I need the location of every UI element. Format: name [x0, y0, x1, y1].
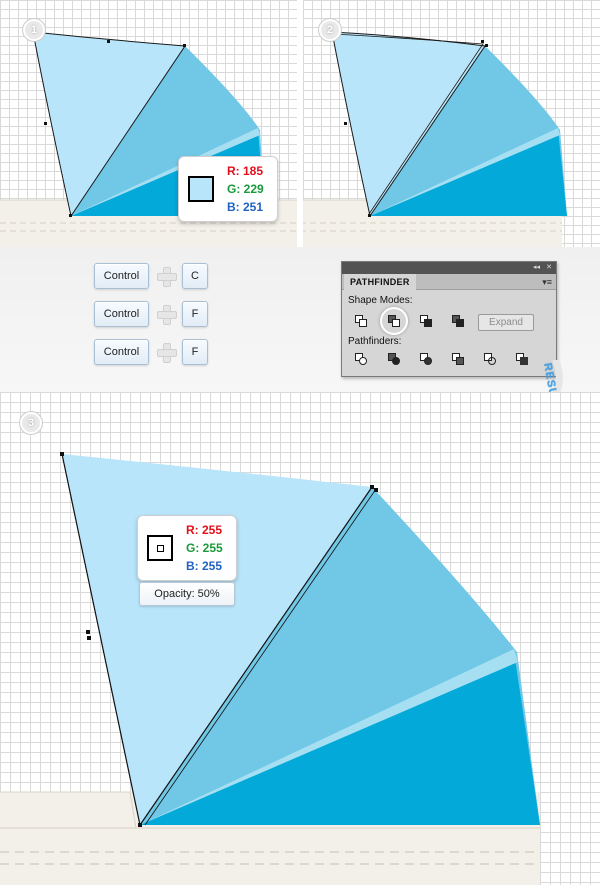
pathfinder-tabrow: PATHFINDER ▾≡ — [342, 274, 556, 290]
pathfinders-label: Pathfinders: — [348, 336, 402, 347]
tab-pathfinder[interactable]: PATHFINDER — [344, 274, 416, 290]
exclude-icon[interactable] — [451, 314, 465, 328]
red-value: R: 185 — [227, 164, 264, 178]
step-badge-3: 3 — [20, 412, 42, 434]
plus-icon-1 — [157, 267, 177, 287]
divide-icon[interactable] — [354, 352, 368, 366]
shape-illustration-3 — [0, 452, 540, 885]
green-value: G: 229 — [227, 182, 264, 196]
f-key-1[interactable]: F — [182, 301, 208, 327]
trim-icon[interactable] — [387, 352, 401, 366]
stroke-color-card: R: 255 G: 255 B: 255 — [137, 515, 237, 581]
panel-menu-icon[interactable]: ▾≡ — [542, 277, 552, 287]
control-key-2[interactable]: Control — [94, 301, 149, 327]
unite-icon[interactable] — [354, 314, 368, 328]
opacity-badge: Opacity: 50% — [139, 582, 235, 606]
control-key-3[interactable]: Control — [94, 339, 149, 365]
green-value-2: G: 255 — [186, 541, 223, 555]
close-icon[interactable]: ✕ — [546, 263, 552, 273]
shape-illustration-2 — [303, 30, 567, 247]
white-color-swatch — [147, 535, 173, 561]
minus-front-icon[interactable] — [387, 314, 401, 328]
artboard-step-2: 2 — [303, 0, 600, 247]
blue-value-2: B: 255 — [186, 559, 223, 573]
shape-modes-label: Shape Modes: — [348, 295, 413, 306]
minus-back-icon[interactable] — [515, 352, 529, 366]
pathfinder-panel: ◂◂ ✕ PATHFINDER ▾≡ Shape Modes: Expand P… — [341, 261, 557, 377]
control-key-1[interactable]: Control — [94, 263, 149, 289]
expand-button[interactable]: Expand — [478, 314, 534, 331]
blue-value: B: 251 — [227, 200, 264, 214]
intersect-icon[interactable] — [419, 314, 433, 328]
fill-color-swatch — [188, 176, 214, 202]
plus-icon-2 — [157, 305, 177, 325]
step-badge-1: 1 — [23, 19, 45, 41]
pathfinder-titlebar: ◂◂ ✕ — [342, 262, 556, 274]
artboard-step-3: 3 — [0, 392, 600, 885]
plus-icon-3 — [157, 343, 177, 363]
f-key-2[interactable]: F — [182, 339, 208, 365]
merge-icon[interactable] — [419, 352, 433, 366]
collapse-icon[interactable]: ◂◂ — [533, 263, 540, 273]
outline-icon[interactable] — [483, 352, 497, 366]
crop-icon[interactable] — [451, 352, 465, 366]
c-key[interactable]: C — [182, 263, 208, 289]
step-badge-2: 2 — [319, 19, 341, 41]
fill-color-card: R: 185 G: 229 B: 251 — [178, 156, 278, 222]
red-value-2: R: 255 — [186, 523, 223, 537]
